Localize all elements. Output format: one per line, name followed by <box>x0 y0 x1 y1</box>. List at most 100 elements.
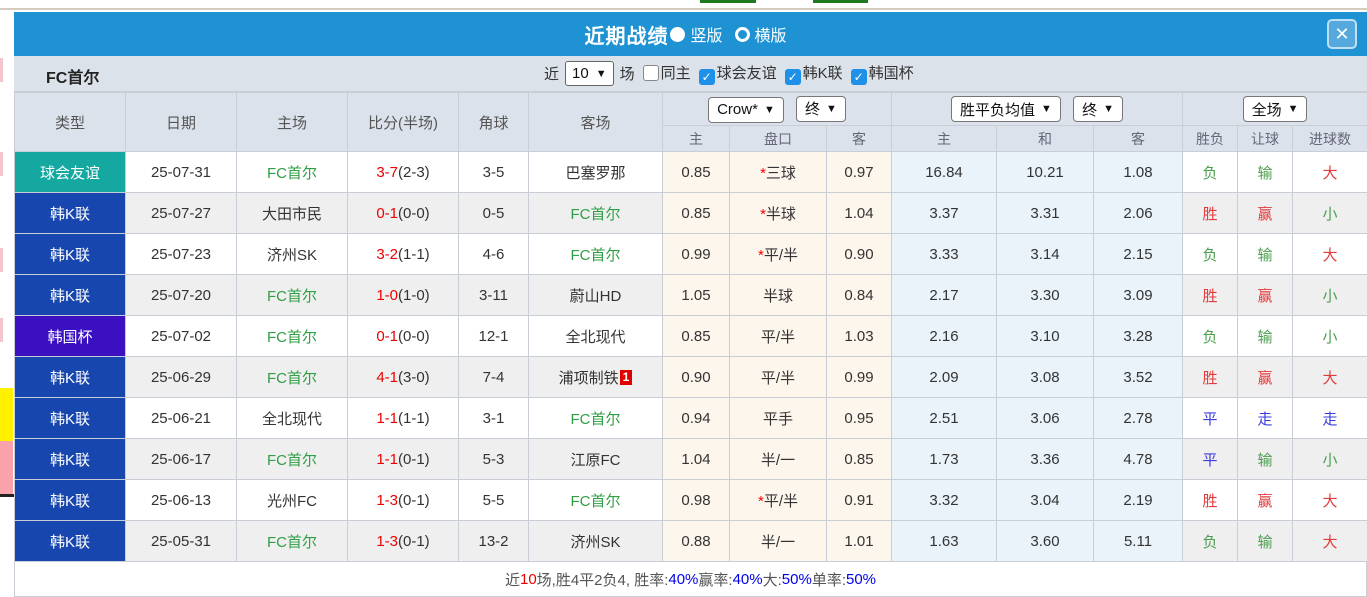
background-fragment <box>0 8 1367 10</box>
score-cell: 1-3(0-1) <box>347 479 459 521</box>
handicap-line: *半球 <box>729 192 827 234</box>
away-team: 江原FC <box>528 438 663 480</box>
home-team: FC首尔 <box>236 438 348 480</box>
goals-result: 小 <box>1291 315 1367 357</box>
result-group-header: 全场 ▼ <box>1181 92 1367 126</box>
sub-header-eu-draw: 和 <box>996 125 1094 152</box>
wdl-result: 胜 <box>1182 479 1238 521</box>
match-date: 25-06-21 <box>125 397 237 439</box>
competition-badge: 韩K联 <box>14 438 126 480</box>
goals-result: 小 <box>1291 274 1367 316</box>
europe-odds-select[interactable]: 胜平负均值 ▼ <box>951 96 1061 122</box>
score-cell: 1-1(0-1) <box>347 438 459 480</box>
checkbox-competition-3[interactable]: ✓ <box>850 69 867 85</box>
europe-home-odds: 2.16 <box>891 315 997 357</box>
handicap-line: 半球 <box>729 274 827 316</box>
recent-label: 近 <box>544 66 560 83</box>
europe-home-odds: 3.32 <box>891 479 997 521</box>
match-date: 25-05-31 <box>125 520 237 562</box>
sub-header-ah-away: 客 <box>826 125 892 152</box>
background-fragment <box>813 0 868 3</box>
away-team: 济州SK <box>528 520 663 562</box>
bookmaker-select[interactable]: Crow* ▼ <box>708 96 784 123</box>
modal-title: 近期战绩 <box>584 25 669 48</box>
corner-score: 3-1 <box>458 397 529 439</box>
away-team: FC首尔 <box>528 479 663 521</box>
radio-vertical-label[interactable]: 竖版 <box>690 22 722 46</box>
handicap-group-header: Crow* ▼ 终 ▼ <box>662 92 892 126</box>
home-team: FC首尔 <box>236 520 348 562</box>
home-team: FC首尔 <box>236 274 348 316</box>
match-date: 25-06-29 <box>125 356 237 398</box>
goals-result: 大 <box>1291 233 1367 275</box>
checkbox-label[interactable]: 韩K联 <box>803 65 843 82</box>
europe-time-select[interactable]: 终 ▼ <box>1073 96 1123 122</box>
radio-vertical-layout[interactable] <box>670 26 686 42</box>
handicap-away-odds: 0.90 <box>826 233 892 275</box>
period-select[interactable]: 全场 ▼ <box>1242 96 1308 122</box>
sub-header-ah-line: 盘口 <box>729 125 827 152</box>
checkbox-competition-1[interactable]: ✓ <box>698 69 715 85</box>
goals-result: 大 <box>1291 520 1367 562</box>
col-header-home: 主场 <box>236 92 348 152</box>
wdl-result: 负 <box>1182 233 1238 275</box>
away-team: FC首尔 <box>528 192 663 234</box>
match-row: 球会友谊 25-07-31 FC首尔 3-7(2-3) 3-5 巴塞罗那 0.85 *三球 0.… <box>14 151 1367 193</box>
handicap-home-odds: 0.85 <box>662 315 730 357</box>
handicap-line: 平手 <box>729 397 827 439</box>
background-fragment <box>0 388 13 441</box>
corner-score: 3-11 <box>458 274 529 316</box>
goals-result: 小 <box>1291 438 1367 480</box>
wdl-result: 胜 <box>1182 356 1238 398</box>
radio-horizontal-layout[interactable] <box>734 26 750 42</box>
score-cell: 3-2(1-1) <box>347 233 459 275</box>
handicap-away-odds: 0.84 <box>826 274 892 316</box>
handicap-time-select[interactable]: 终 ▼ <box>796 95 846 122</box>
europe-home-odds: 3.37 <box>891 192 997 234</box>
checkbox-competition-2[interactable]: ✓ <box>784 69 801 85</box>
radio-horizontal-label[interactable]: 横版 <box>755 22 787 46</box>
handicap-away-odds: 0.91 <box>826 479 892 521</box>
table-header: 类型 日期 主场 比分(半场) 角球 客场 Crow* ▼ 终 ▼ 胜平负均值 … <box>14 92 1367 152</box>
match-date: 25-07-27 <box>125 192 237 234</box>
summary-segment: 50% <box>781 570 812 588</box>
europe-draw-odds: 3.06 <box>996 397 1094 439</box>
europe-home-odds: 3.33 <box>891 233 997 275</box>
europe-away-odds: 5.11 <box>1093 520 1183 562</box>
match-date: 25-07-31 <box>125 151 237 193</box>
match-date: 25-07-23 <box>125 233 237 275</box>
handicap-home-odds: 0.94 <box>662 397 730 439</box>
europe-group-header: 胜平负均值 ▼ 终 ▼ <box>891 92 1183 126</box>
checkbox-label[interactable]: 同主 <box>661 65 691 82</box>
score-cell: 0-1(0-0) <box>347 315 459 357</box>
summary-segment: 单率: <box>811 571 846 589</box>
competition-badge: 韩K联 <box>14 397 126 439</box>
col-header-away: 客场 <box>528 92 663 152</box>
handicap-line: *三球 <box>729 151 827 193</box>
checkbox-same-home[interactable] <box>642 65 659 81</box>
competition-badge: 韩K联 <box>14 479 126 521</box>
wdl-result: 平 <box>1182 438 1238 480</box>
match-row: 韩K联 25-05-31 FC首尔 1-3(0-1) 13-2 济州SK 0.88 半/一 1.… <box>14 520 1367 562</box>
home-team: FC首尔 <box>236 356 348 398</box>
corner-score: 5-3 <box>458 438 529 480</box>
close-button[interactable]: ✕ <box>1327 19 1357 49</box>
checkbox-label[interactable]: 韩国杯 <box>869 65 914 82</box>
chevron-down-icon: ▼ <box>826 102 837 115</box>
away-team: 全北现代 <box>528 315 663 357</box>
competition-badge: 韩K联 <box>14 274 126 316</box>
wdl-result: 负 <box>1182 315 1238 357</box>
away-team: 蔚山HD <box>528 274 663 316</box>
away-team: 巴塞罗那 <box>528 151 663 193</box>
summary-segment: 10 <box>519 570 537 588</box>
sub-header-handicap-result: 让球 <box>1237 125 1293 152</box>
checkbox-label[interactable]: 球会友谊 <box>717 65 777 82</box>
home-team: 大田市民 <box>236 192 348 234</box>
goals-result: 大 <box>1291 479 1367 521</box>
chevron-down-icon: ▼ <box>595 67 607 80</box>
recent-count-select[interactable]: 10 ▼ <box>565 61 614 86</box>
competition-badge: 韩K联 <box>14 233 126 275</box>
home-team: FC首尔 <box>236 315 348 357</box>
match-row: 韩K联 25-06-13 光州FC 1-3(0-1) 5-5 FC首尔 0.98 *平/半 0.… <box>14 479 1367 521</box>
corner-score: 0-5 <box>458 192 529 234</box>
